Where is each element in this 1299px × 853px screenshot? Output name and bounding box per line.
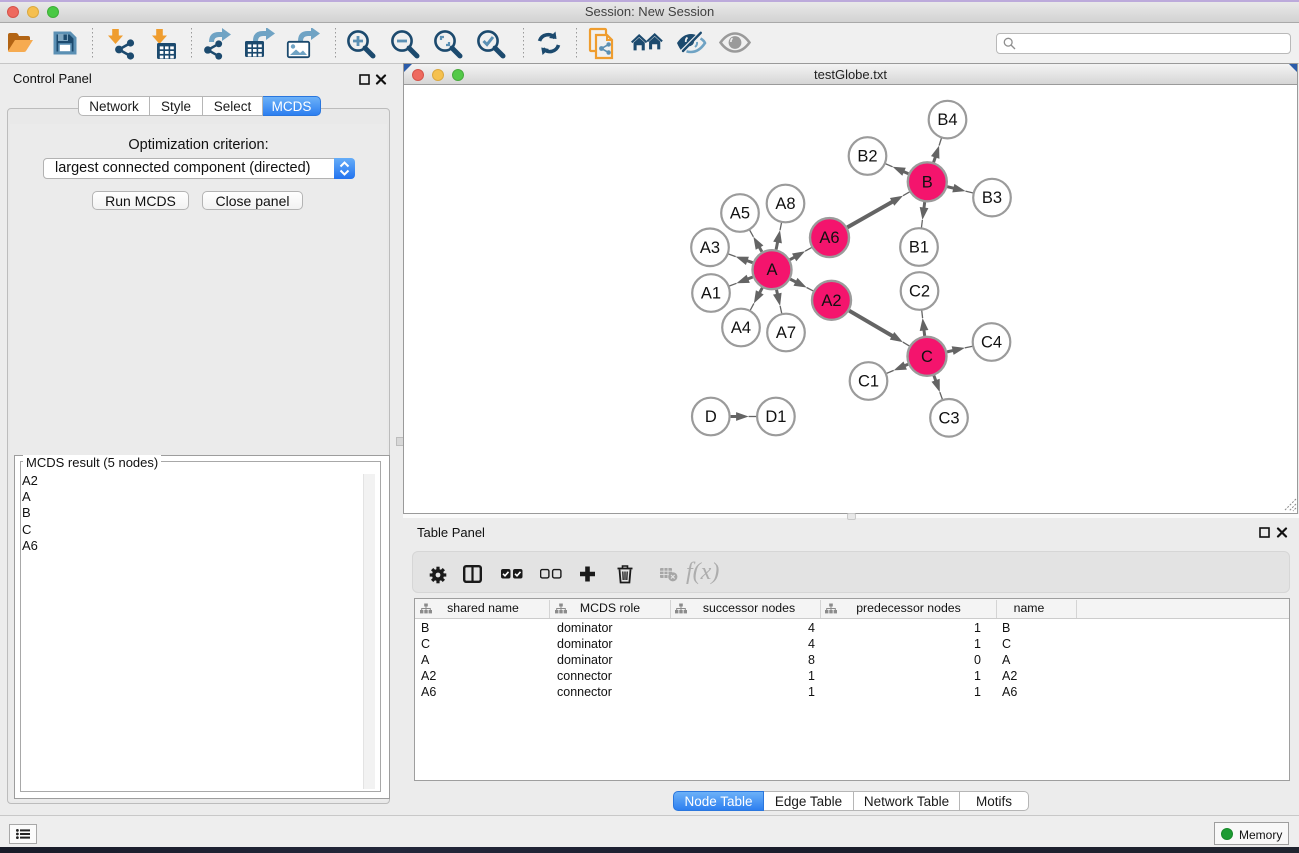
svg-text:C4: C4	[981, 334, 1002, 352]
svg-text:A3: A3	[700, 239, 720, 257]
svg-text:A4: A4	[731, 319, 751, 337]
svg-text:A5: A5	[730, 205, 750, 223]
svg-text:B2: B2	[857, 148, 877, 166]
svg-text:A1: A1	[701, 285, 721, 303]
svg-text:C1: C1	[858, 373, 879, 391]
svg-text:B1: B1	[909, 239, 929, 257]
svg-text:A: A	[766, 261, 777, 279]
svg-text:B3: B3	[982, 189, 1002, 207]
svg-text:B4: B4	[937, 111, 957, 129]
svg-text:B: B	[922, 173, 933, 191]
svg-text:A6: A6	[819, 229, 839, 247]
svg-text:A7: A7	[776, 324, 796, 342]
svg-text:D: D	[705, 408, 717, 426]
svg-text:A8: A8	[775, 195, 795, 213]
svg-text:C: C	[921, 348, 933, 366]
svg-text:D1: D1	[765, 408, 786, 426]
svg-text:A2: A2	[821, 292, 841, 310]
svg-text:C2: C2	[909, 283, 930, 301]
svg-text:C3: C3	[938, 409, 959, 427]
